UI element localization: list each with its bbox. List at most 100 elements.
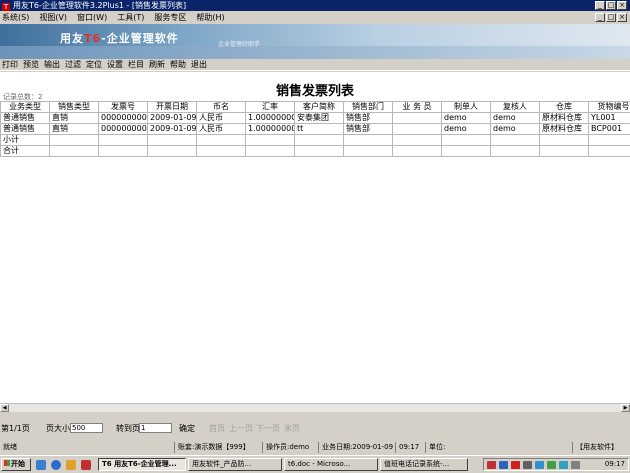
- app-icon: T: [2, 3, 10, 11]
- tray-icon[interactable]: [535, 461, 544, 469]
- columns-button[interactable]: 栏目: [128, 59, 144, 70]
- task-word-doc[interactable]: t6.doc - Microso...: [284, 458, 378, 471]
- menu-bar: 系统(S) 视图(V) 窗口(W) 工具(T) 服务专区 帮助(H) _ □ ×: [0, 11, 630, 24]
- cell-invoice-date: 2009-01-09: [147, 123, 197, 135]
- tray-icon[interactable]: [547, 461, 556, 469]
- start-button[interactable]: 开始: [1, 458, 31, 471]
- menu-tools[interactable]: 工具(T): [117, 12, 144, 24]
- toolbar: 打印 预览 输出 过滤 定位 设置 栏目 刷新 帮助 退出: [0, 59, 630, 71]
- network-icon[interactable]: [559, 461, 568, 469]
- goto-page-input[interactable]: [139, 423, 172, 433]
- report-title: 销售发票列表: [275, 84, 354, 99]
- col-header[interactable]: 制单人: [441, 101, 491, 113]
- filter-button[interactable]: 过滤: [65, 59, 81, 70]
- subtotal-row: 小计: [0, 134, 630, 146]
- mdi-close-icon[interactable]: ×: [617, 13, 627, 22]
- page-size-input[interactable]: [70, 423, 103, 433]
- next-page-button[interactable]: 下一页: [256, 423, 280, 434]
- cell-sale-type: 直销: [49, 123, 99, 135]
- table-row[interactable]: 普通销售 直销 0000000002 2009-01-09 人民币 1.0000…: [0, 123, 630, 135]
- tray-icon[interactable]: [487, 461, 496, 469]
- cell-sale-type: 直销: [49, 112, 99, 124]
- col-header[interactable]: 开票日期: [147, 101, 197, 113]
- menu-window[interactable]: 窗口(W): [77, 12, 107, 24]
- task-phone-log[interactable]: 值班电话记录系统-...: [380, 458, 468, 471]
- banner-tagline: 企业管理好助手: [218, 41, 261, 48]
- refresh-button[interactable]: 刷新: [149, 59, 165, 70]
- col-header[interactable]: 货物编号: [588, 101, 630, 113]
- subtotal-label: 小计: [0, 134, 50, 146]
- close-icon[interactable]: ×: [617, 1, 627, 10]
- cell-currency: 人民币: [196, 123, 246, 135]
- ie-icon[interactable]: [51, 460, 61, 470]
- col-header[interactable]: 汇率: [245, 101, 295, 113]
- windows-flag-icon: [4, 460, 10, 466]
- confirm-button[interactable]: 确定: [179, 423, 195, 434]
- page-info: 第1/1页: [1, 424, 30, 433]
- status-bar: 就绪 账套:演示数据【999】 操作员:demo 业务日期:2009-01-09…: [0, 442, 630, 453]
- cell-salesperson: [392, 123, 442, 135]
- col-header[interactable]: 客户简称: [294, 101, 344, 113]
- col-header[interactable]: 销售部门: [343, 101, 393, 113]
- page-size-label: 页大小: [46, 424, 70, 433]
- col-header[interactable]: 销售类型: [49, 101, 99, 113]
- total-label: 合计: [0, 145, 50, 157]
- media-icon[interactable]: [81, 460, 91, 470]
- preview-button[interactable]: 预览: [23, 59, 39, 70]
- minimize-icon[interactable]: _: [595, 1, 605, 10]
- status-operator: 操作员:demo: [262, 442, 309, 453]
- menu-view[interactable]: 视图(V): [39, 12, 67, 24]
- scroll-left-icon[interactable]: ◀: [0, 404, 9, 412]
- menu-service[interactable]: 服务专区: [154, 12, 186, 24]
- horizontal-scrollbar[interactable]: ◀ ▶: [0, 403, 630, 412]
- window-titlebar: T 用友T6-企业管理软件3.2Plus1 - [销售发票列表] _ □ ×: [0, 0, 630, 11]
- cell-invoice-no: 0000000002: [98, 123, 148, 135]
- status-unit: 单位:: [425, 442, 445, 453]
- col-header[interactable]: 业 务 员: [392, 101, 442, 113]
- desktop-icon[interactable]: [36, 460, 46, 470]
- exit-button[interactable]: 退出: [191, 59, 207, 70]
- cell-rate: 1.00000000: [245, 123, 295, 135]
- task-t6[interactable]: T6 用友T6-企业管理...: [98, 458, 186, 471]
- col-header[interactable]: 业务类型: [0, 101, 50, 113]
- menu-system[interactable]: 系统(S): [2, 12, 29, 24]
- col-header[interactable]: 币名: [196, 101, 246, 113]
- last-page-button[interactable]: 末页: [284, 423, 300, 434]
- invoice-table: 业务类型 销售类型 发票号 开票日期 币名 汇率 客户简称 销售部门 业 务 员…: [0, 101, 630, 157]
- cell-maker: demo: [441, 123, 491, 135]
- system-tray: 09:17: [483, 458, 629, 471]
- report-area: 销售发票列表 记录总数：2 业务类型 销售类型 发票号 开票日期 币名 汇率 客…: [0, 72, 630, 403]
- goto-label: 转到页: [116, 424, 140, 433]
- outlook-icon[interactable]: [66, 460, 76, 470]
- tray-icon[interactable]: [523, 461, 532, 469]
- first-page-button[interactable]: 首页: [209, 423, 225, 434]
- cell-warehouse: 原材料仓库: [539, 123, 589, 135]
- cell-salesperson: [392, 112, 442, 124]
- col-header[interactable]: 复核人: [490, 101, 540, 113]
- tray-icon[interactable]: [499, 461, 508, 469]
- mdi-restore-icon[interactable]: □: [606, 13, 616, 22]
- locate-button[interactable]: 定位: [86, 59, 102, 70]
- print-button[interactable]: 打印: [2, 59, 18, 70]
- prev-page-button[interactable]: 上一页: [229, 423, 253, 434]
- taskbar: 开始 T6 用友T6-企业管理... 用友软件_产品防... t6.doc - …: [0, 455, 630, 473]
- help-button[interactable]: 帮助: [170, 59, 186, 70]
- settings-button[interactable]: 设置: [107, 59, 123, 70]
- pager: 第1/1页 页大小 转到页 确定 首页 上一页 下一页 末页: [0, 412, 630, 442]
- cell-invoice-date: 2009-01-09: [147, 112, 197, 124]
- menu-help[interactable]: 帮助(H): [196, 12, 224, 24]
- mdi-minimize-icon[interactable]: _: [595, 13, 605, 22]
- col-header[interactable]: 仓库: [539, 101, 589, 113]
- export-button[interactable]: 输出: [44, 59, 60, 70]
- scroll-right-icon[interactable]: ▶: [621, 404, 630, 412]
- maximize-icon[interactable]: □: [606, 1, 616, 10]
- volume-icon[interactable]: [571, 461, 580, 469]
- status-brand: 【用友软件】: [572, 442, 618, 453]
- cell-item-code: BCP001: [588, 123, 630, 135]
- ime-icon[interactable]: [511, 461, 520, 469]
- table-row[interactable]: 普通销售 直销 0000000001 2009-01-09 人民币 1.0000…: [0, 112, 630, 124]
- col-header[interactable]: 发票号: [98, 101, 148, 113]
- cell-reviewer: demo: [490, 112, 540, 124]
- cell-rate: 1.00000000: [245, 112, 295, 124]
- task-product[interactable]: 用友软件_产品防...: [188, 458, 282, 471]
